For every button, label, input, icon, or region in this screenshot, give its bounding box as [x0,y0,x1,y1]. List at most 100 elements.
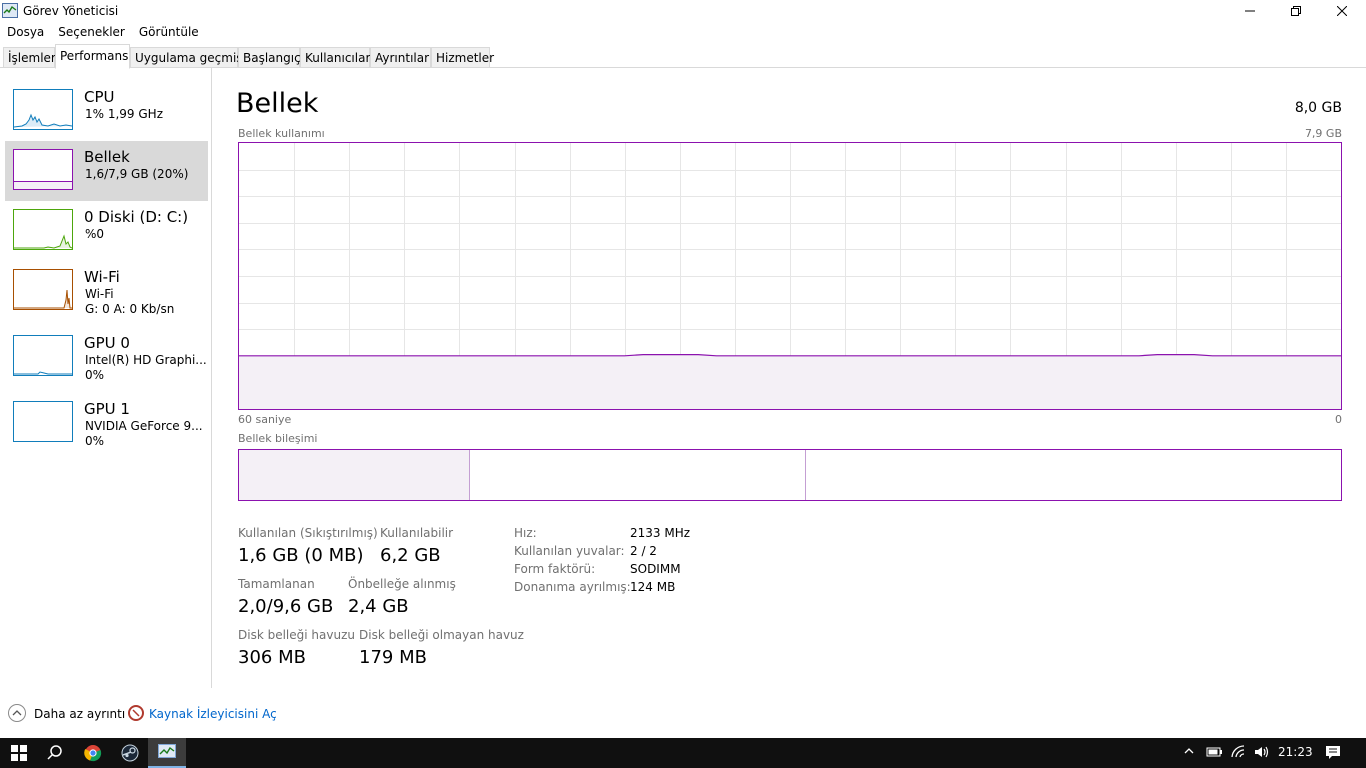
available-label: Kullanılabilir [380,526,454,540]
memory-usage-label: Bellek kullanımı [238,127,325,140]
sidebar-wifi-title: Wi-Fi [84,268,120,286]
wifi-icon[interactable] [1231,745,1247,762]
sidebar-gpu0-name: Intel(R) HD Graphi... [85,353,207,367]
menu-bar: Dosya Seçenekler Görüntüle [0,23,206,43]
memory-usage-svg [239,143,1341,409]
cached-label: Önbelleğe alınmış [348,577,456,591]
memory-usage-graph [238,142,1342,410]
fewer-details-label[interactable]: Daha az ayrıntı [34,707,125,721]
committed-label: Tamamlanan [238,577,315,591]
hardware-reserved-value: 124 MB [630,580,676,594]
sidebar-item-disk[interactable]: 0 Diski (D: C:) %0 [5,201,208,261]
committed-value: 2,0/9,6 GB [238,596,334,617]
cached-value: 2,4 GB [348,596,409,617]
slots-value: 2 / 2 [630,544,657,558]
tab-startup[interactable]: Başlangıç [238,47,301,68]
title-bar: Görev Yöneticisi [0,0,1366,22]
paged-pool-label: Disk belleği havuzu [238,628,355,642]
hardware-reserved-label: Donanıma ayrılmış: [514,580,631,594]
in-use-label: Kullanılan (Sıkıştırılmış) [238,526,378,540]
disk-thumbnail-graph [13,209,73,250]
notifications-icon[interactable] [1325,745,1341,764]
show-hidden-icons-icon[interactable] [1183,745,1195,760]
menu-options[interactable]: Seçenekler [51,23,132,43]
nonpaged-pool-label: Disk belleği olmayan havuz [359,628,524,642]
tab-strip: İşlemler Performans Uygulama geçmişi Baş… [0,44,1366,69]
sidebar-gpu1-title: GPU 1 [84,400,130,418]
composition-in-use-segment[interactable] [239,450,470,500]
window-title: Görev Yöneticisi [23,4,119,18]
open-resource-monitor-link[interactable]: Kaynak İzleyicisini Aç [149,707,277,721]
resource-monitor-icon [128,705,144,721]
sidebar-cpu-usage: 1% 1,99 GHz [85,107,164,121]
sidebar-disk-usage: %0 [85,227,105,241]
tab-details[interactable]: Ayrıntılar [370,47,431,68]
battery-icon[interactable] [1205,745,1223,762]
sidebar-item-gpu1[interactable]: GPU 1 NVIDIA GeForce 9... 0% [5,393,208,453]
windows-start-icon[interactable] [0,738,38,768]
search-icon[interactable] [36,738,74,768]
tab-app-history[interactable]: Uygulama geçmişi [130,47,246,68]
close-icon [1337,6,1347,16]
memory-composition-bar [238,449,1342,501]
fewer-details-button[interactable] [8,704,26,722]
chrome-icon[interactable] [74,738,112,768]
memory-composition-label: Bellek bileşimi [238,432,318,445]
sidebar-gpu1-usage: 0% [85,434,105,448]
sidebar-memory-usage: 1,6/7,9 GB (20%) [85,167,189,181]
slots-label: Kullanılan yuvalar: [514,544,625,558]
tab-performance[interactable]: Performans [55,44,130,69]
steam-icon[interactable] [111,738,149,768]
task-manager-app-icon [2,3,18,18]
close-button[interactable] [1319,0,1365,22]
sidebar-item-cpu[interactable]: CPU 1% 1,99 GHz [5,81,208,141]
sidebar-wifi-subtitle: Wi-Fi [85,287,114,301]
sidebar-memory-title: Bellek [84,148,130,166]
minimize-icon [1245,10,1255,12]
sidebar-item-wifi[interactable]: Wi-Fi Wi-Fi G: 0 A: 0 Kb/sn [5,261,208,321]
memory-usage-area [239,354,1341,409]
speed-value: 2133 MHz [630,526,691,540]
minimize-button[interactable] [1227,0,1273,22]
composition-free-segment[interactable] [806,450,1341,500]
paged-pool-value: 306 MB [238,647,306,668]
available-value: 6,2 GB [380,545,441,566]
sidebar-item-memory[interactable]: Bellek 1,6/7,9 GB (20%) [5,141,208,201]
sidebar-item-gpu0[interactable]: GPU 0 Intel(R) HD Graphi... 0% [5,327,208,387]
sidebar-wifi-throughput: G: 0 A: 0 Kb/sn [85,302,175,316]
sidebar-gpu0-usage: 0% [85,368,105,382]
menu-view[interactable]: Görüntüle [132,23,206,43]
memory-usage-max: 7,9 GB [1304,127,1342,140]
speed-label: Hız: [514,526,537,540]
tab-processes[interactable]: İşlemler [3,47,56,68]
menu-file[interactable]: Dosya [0,23,51,43]
taskbar: 21:23 [0,738,1366,768]
task-manager-icon[interactable] [148,738,186,768]
sidebar-gpu0-title: GPU 0 [84,334,130,352]
sidebar-disk-title: 0 Diski (D: C:) [84,208,189,226]
tab-services[interactable]: Hizmetler [431,47,494,68]
form-factor-value: SODIMM [630,562,681,576]
time-span-label: 60 saniye [238,413,292,426]
memory-total: 8,0 GB [1294,100,1342,116]
performance-sidebar: CPU 1% 1,99 GHz Bellek 1,6/7,9 GB (20%) … [0,68,212,688]
restore-icon [1291,6,1301,16]
page-title: Bellek [236,88,319,119]
gpu1-thumbnail-graph [13,401,73,442]
in-use-value: 1,6 GB (0 MB) [238,545,364,566]
cpu-thumbnail-graph [13,89,73,130]
composition-standby-segment[interactable] [470,450,806,500]
taskbar-clock[interactable]: 21:23 [1278,745,1313,759]
gpu0-thumbnail-graph [13,335,73,376]
chevron-up-icon [12,710,22,716]
memory-thumbnail-graph [13,149,73,190]
axis-min-label: 0 [1335,413,1342,426]
sidebar-gpu1-name: NVIDIA GeForce 9... [85,419,203,433]
restore-button[interactable] [1273,0,1319,22]
form-factor-label: Form faktörü: [514,562,596,576]
volume-icon[interactable] [1254,745,1270,762]
nonpaged-pool-value: 179 MB [359,647,427,668]
tab-users[interactable]: Kullanıcılar [300,47,370,68]
wifi-thumbnail-graph [13,269,73,310]
sidebar-cpu-title: CPU [84,88,115,106]
